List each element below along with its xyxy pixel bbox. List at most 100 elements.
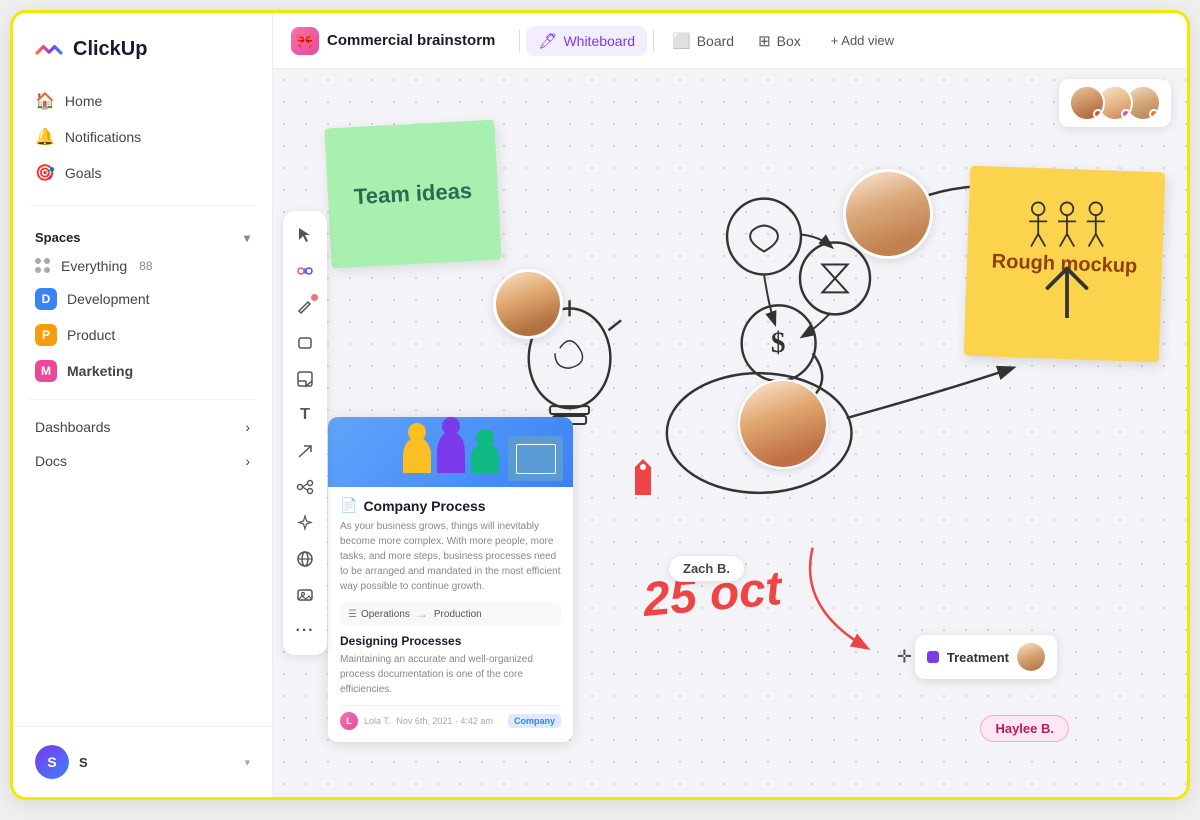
zach-name: Zach B. (683, 561, 730, 576)
more-tool-btn[interactable]: ··· (289, 615, 321, 647)
app-wrapper: ClickUp 🏠 Home 🔔 Notifications 🎯 Goals S… (10, 10, 1190, 800)
people-arrow-svg (1022, 261, 1112, 321)
globe-tool-btn[interactable] (289, 543, 321, 575)
user-initial: S (35, 745, 69, 779)
nav-home[interactable]: 🏠 Home (23, 83, 262, 119)
sticky-green-text: Team ideas (353, 178, 472, 210)
avatar: S (35, 745, 69, 779)
flow-from: ☰ Operations (348, 609, 410, 620)
docs-label: Docs (35, 453, 67, 469)
flow-arrow: → (416, 607, 428, 621)
divider-1 (29, 205, 256, 206)
space-everything[interactable]: Everything 88 (13, 251, 272, 281)
logo-area[interactable]: ClickUp (13, 13, 272, 79)
user-row[interactable]: S S ▾ (29, 739, 256, 785)
move-cursor-icon[interactable]: ✛ (897, 647, 912, 668)
text-tool-btn[interactable]: T (289, 399, 321, 431)
doc-card-description: As your business grows, things will inev… (340, 519, 561, 594)
board-tab-icon: ⬜ (672, 32, 691, 50)
spaces-section-header[interactable]: Spaces ▾ (13, 216, 272, 251)
doc-card-body: 📄 Company Process As your business grows… (328, 487, 573, 742)
sidebar: ClickUp 🏠 Home 🔔 Notifications 🎯 Goals S… (13, 13, 273, 797)
flow-to: Production (434, 609, 482, 620)
avatar-1 (1069, 85, 1105, 121)
project-breadcrumb: 🎀 Commercial brainstorm (291, 27, 513, 55)
nav-notifications[interactable]: 🔔 Notifications (23, 119, 262, 155)
avatar-3-dot (1149, 109, 1159, 119)
rect-tool-btn[interactable] (289, 327, 321, 359)
whiteboard-canvas[interactable]: T (273, 69, 1187, 797)
tab-board[interactable]: ⬜ Board (660, 26, 746, 56)
home-icon: 🏠 (35, 91, 55, 111)
space-marketing[interactable]: M Marketing (13, 353, 272, 389)
treatment-avatar (1017, 643, 1045, 671)
everything-icon (35, 258, 51, 274)
person-photo-woman1 (843, 169, 933, 259)
magic-tool-btn[interactable] (289, 255, 321, 287)
doc-author-avatar: L (340, 712, 358, 730)
space-product[interactable]: P Product (13, 317, 272, 353)
goals-icon: 🎯 (35, 163, 55, 183)
user-chevron: ▾ (244, 756, 250, 769)
main-nav: 🏠 Home 🔔 Notifications 🎯 Goals (13, 79, 272, 195)
avatars-group (1059, 79, 1171, 127)
red-tag (633, 457, 653, 502)
figure-2 (437, 431, 465, 473)
svg-text:$: $ (771, 327, 786, 359)
box-tab-icon: ⊞ (758, 32, 771, 50)
avatar-2-dot (1121, 109, 1131, 119)
project-icon: 🎀 (291, 27, 319, 55)
tab-board-label: Board (697, 33, 734, 49)
space-development[interactable]: D Development (13, 281, 272, 317)
nav-notifications-label: Notifications (65, 129, 141, 145)
media-tool-btn[interactable] (289, 579, 321, 611)
sticky-note-team-ideas[interactable]: Team ideas (324, 120, 501, 269)
docs-chevron: › (245, 453, 250, 469)
doc-date: Nov 6th, 2021 · 4:42 am (396, 716, 493, 726)
tab-whiteboard[interactable]: 🖊 Whiteboard (526, 26, 647, 56)
tab-box[interactable]: ⊞ Box (746, 26, 813, 56)
tab-box-label: Box (777, 33, 801, 49)
person-photo-woman2 (738, 379, 828, 469)
avatar-1-dot (1093, 109, 1103, 119)
pen-tool-btn[interactable] (289, 291, 321, 323)
sticky-tool-btn[interactable] (289, 363, 321, 395)
product-badge: P (35, 324, 57, 346)
project-name: Commercial brainstorm (327, 32, 495, 49)
figure-1 (403, 437, 431, 473)
space-everything-label: Everything (61, 258, 127, 274)
topbar-separator (519, 30, 520, 52)
person-photo-man (493, 269, 563, 339)
zach-label: Zach B. (668, 555, 745, 582)
company-process-card[interactable]: 📄 Company Process As your business grows… (328, 417, 573, 742)
haylee-label: Haylee B. (980, 715, 1069, 742)
nav-goals[interactable]: 🎯 Goals (23, 155, 262, 191)
canvas-toolbar: T (283, 211, 327, 655)
everything-count: 88 (139, 259, 152, 273)
doc-tag: Company (508, 714, 561, 728)
spaces-label: Spaces (35, 230, 81, 245)
treatment-color-dot (927, 651, 939, 663)
clickup-logo-icon (33, 33, 65, 65)
nav-home-label: Home (65, 93, 102, 109)
space-development-label: Development (67, 291, 150, 307)
docs-section[interactable]: Docs › (13, 444, 272, 478)
bell-icon: 🔔 (35, 127, 55, 147)
arrow-tool-btn[interactable] (289, 435, 321, 467)
nav-goals-label: Goals (65, 165, 102, 181)
dashboards-label: Dashboards (35, 419, 111, 435)
select-tool-btn[interactable] (289, 219, 321, 251)
doc-card-title: 📄 Company Process (340, 497, 561, 514)
doc-author-name: Lola T. (364, 716, 390, 726)
add-view-button[interactable]: + Add view (821, 28, 904, 53)
doc-illustration (393, 431, 509, 473)
sparkle-tool-btn[interactable] (289, 507, 321, 539)
dashboards-section[interactable]: Dashboards › (13, 410, 272, 444)
doc-flow: ☰ Operations → Production (340, 602, 561, 626)
add-view-label: + Add view (831, 33, 894, 48)
connector-tool-btn[interactable] (289, 471, 321, 503)
space-product-label: Product (67, 327, 115, 343)
people-icons (1022, 199, 1112, 321)
treatment-card[interactable]: ✛ Treatment (915, 635, 1057, 679)
tab-whiteboard-label: Whiteboard (563, 33, 635, 49)
